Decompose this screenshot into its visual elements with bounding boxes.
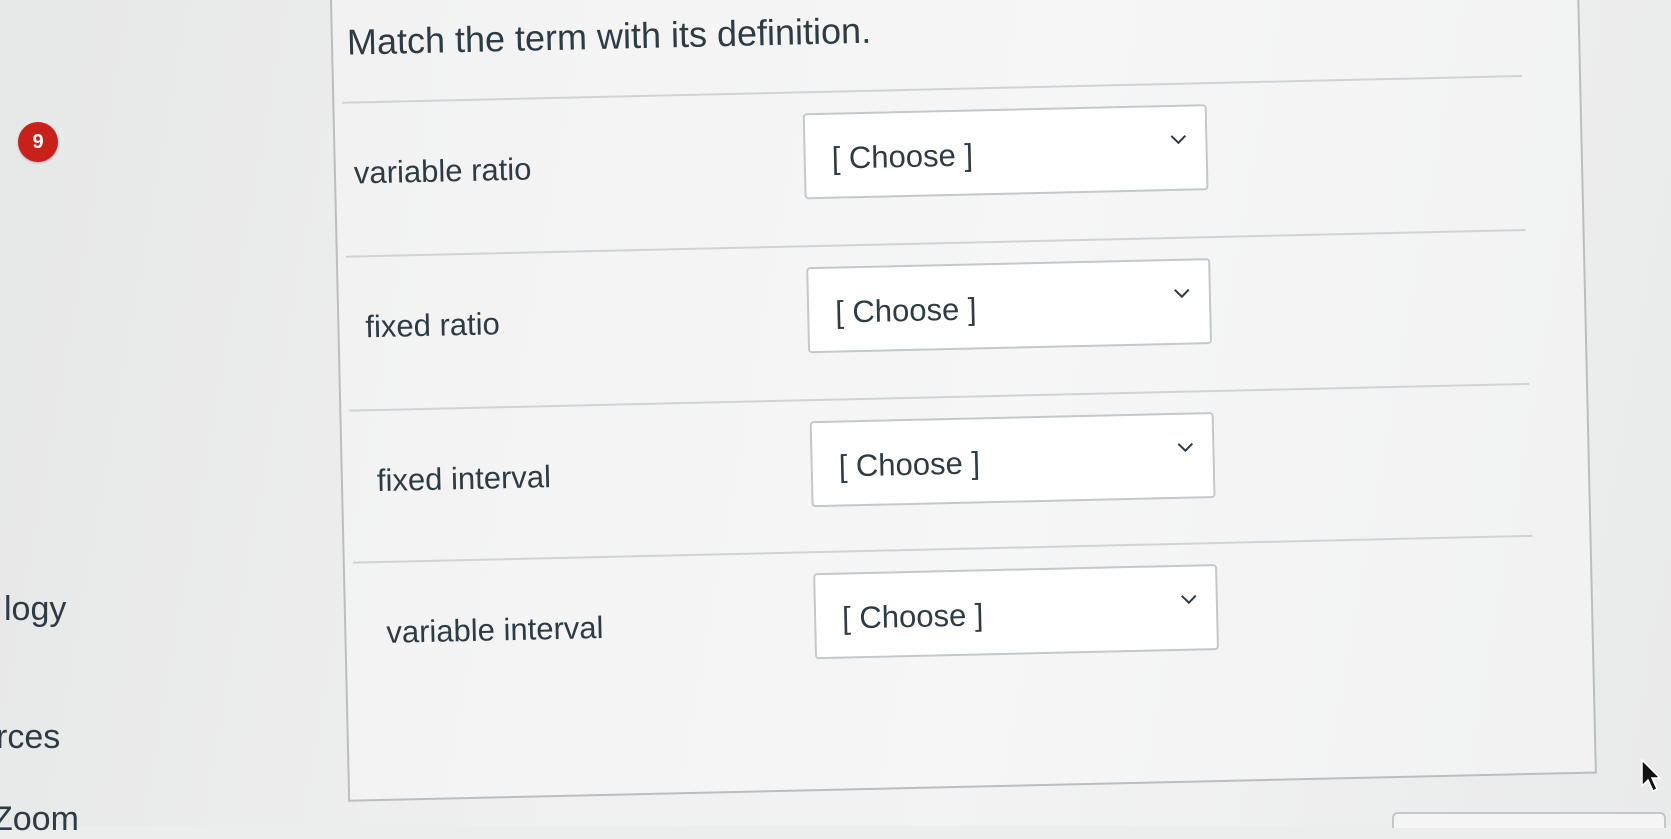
- term-label: variable ratio: [353, 151, 532, 191]
- definition-select[interactable]: [ Choose ]: [806, 258, 1213, 354]
- course-navigation: 9 logy rces Zoom: [0, 0, 150, 838]
- chevron-down-icon: [1181, 594, 1197, 605]
- question-number-badge: 9: [18, 122, 58, 162]
- question-title: Match the term with its definition.: [346, 9, 872, 63]
- question-number: 9: [32, 130, 44, 153]
- row-divider: [349, 382, 1530, 412]
- chevron-down-icon: [1174, 288, 1190, 299]
- select-value: [ Choose ]: [834, 291, 977, 330]
- select-value: [ Choose ]: [838, 445, 981, 484]
- match-row-variable-interval: variable interval [ Choose ]: [363, 557, 1515, 679]
- nav-item-1[interactable]: logy: [4, 590, 66, 629]
- question-card: Match the term with its definition. vari…: [330, 0, 1597, 802]
- nav-item-2[interactable]: rces: [0, 718, 60, 757]
- term-label: fixed ratio: [365, 306, 501, 345]
- definition-select[interactable]: [ Choose ]: [802, 104, 1209, 200]
- chevron-down-icon: [1170, 134, 1187, 145]
- screen: 9 logy rces Zoom Match the term with its…: [0, 0, 1671, 838]
- row-divider: [352, 534, 1533, 564]
- select-value: [ Choose ]: [831, 137, 974, 176]
- match-row-variable-ratio: variable ratio [ Choose ]: [353, 97, 1505, 219]
- match-row-fixed-ratio: fixed ratio [ Choose ]: [356, 251, 1508, 373]
- nav-item-zoom[interactable]: Zoom: [0, 800, 79, 839]
- row-divider: [342, 74, 1523, 104]
- chevron-down-icon: [1177, 442, 1194, 453]
- mouse-cursor-icon: [1641, 758, 1662, 793]
- select-value: [ Choose ]: [841, 597, 984, 636]
- definition-select[interactable]: [ Choose ]: [813, 564, 1219, 660]
- match-row-fixed-interval: fixed interval [ Choose ]: [360, 405, 1512, 527]
- definition-select[interactable]: [ Choose ]: [809, 412, 1216, 508]
- row-divider: [345, 228, 1526, 258]
- term-label: variable interval: [385, 609, 604, 650]
- term-label: fixed interval: [376, 459, 552, 499]
